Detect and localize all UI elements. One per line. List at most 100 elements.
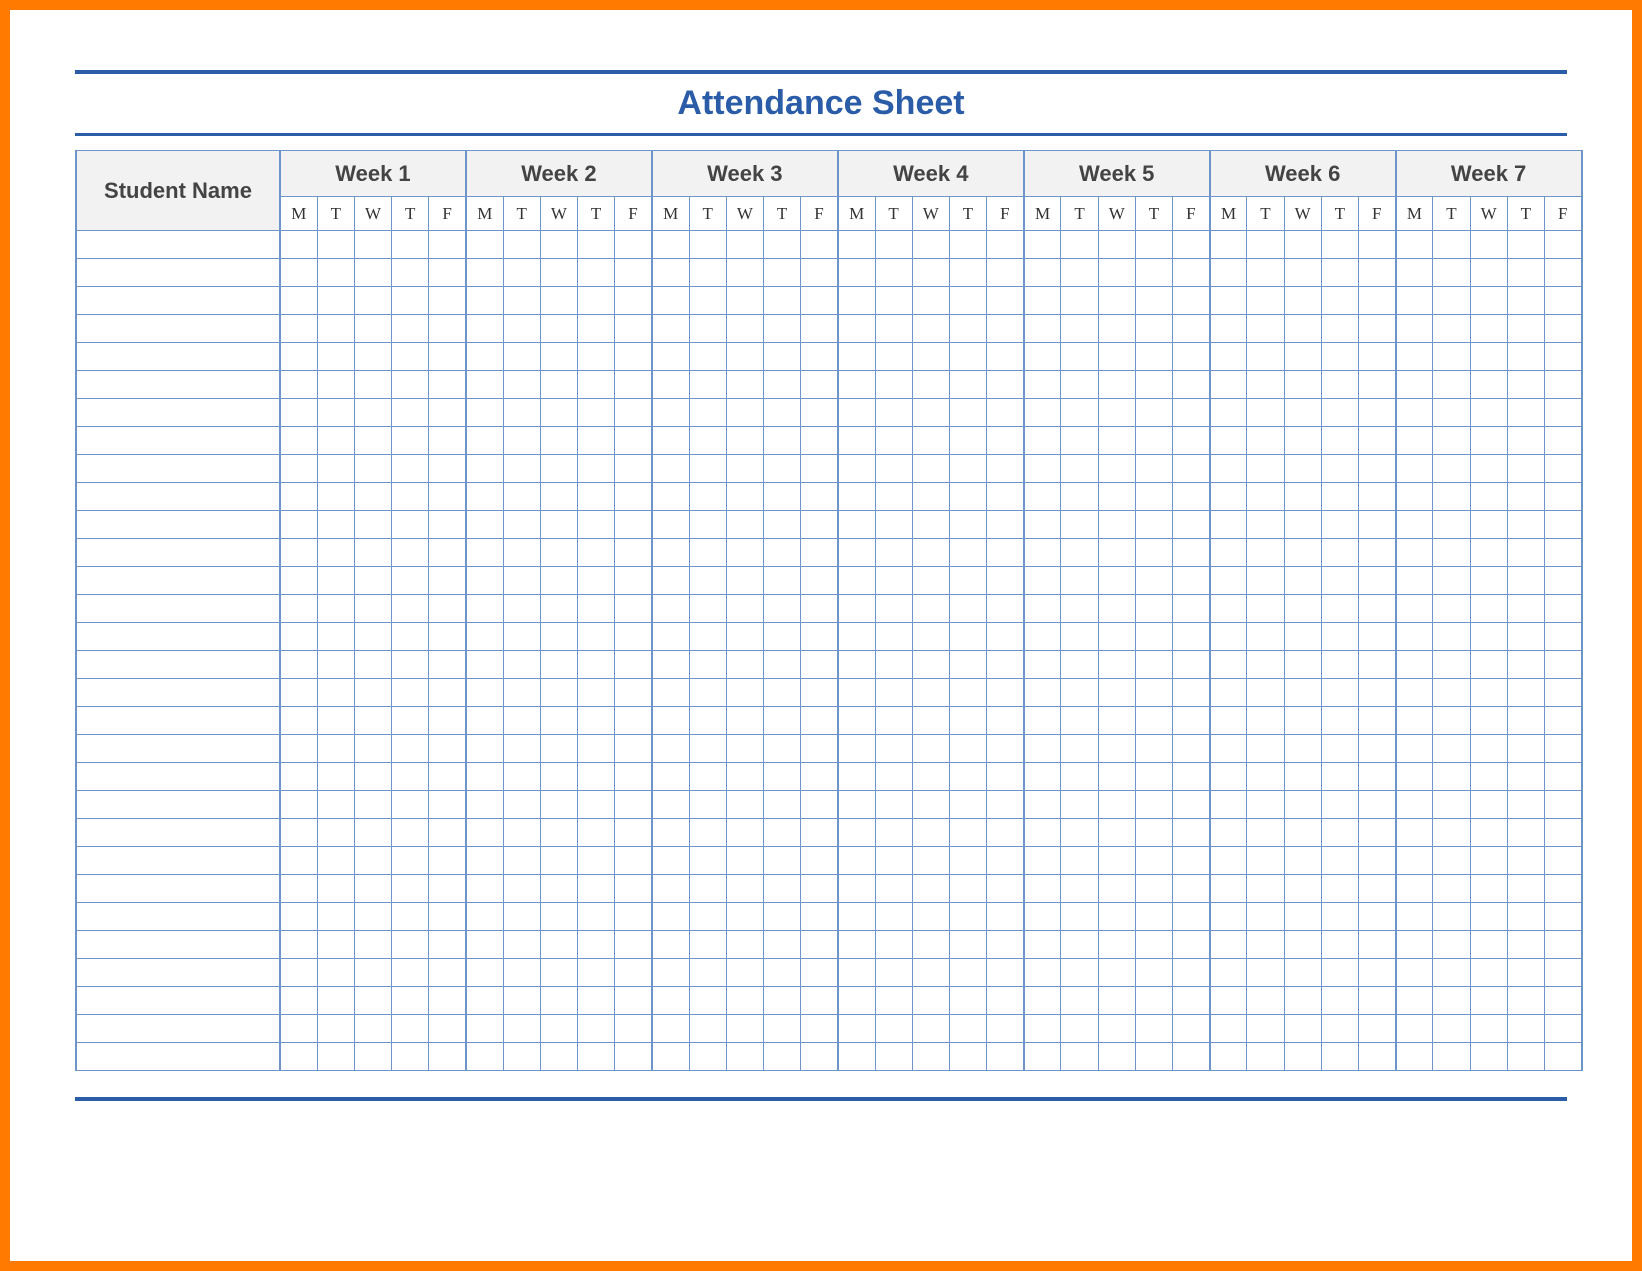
attendance-cell[interactable] [726, 231, 763, 259]
attendance-cell[interactable] [317, 259, 354, 287]
attendance-cell[interactable] [1544, 595, 1581, 623]
attendance-cell[interactable] [987, 231, 1024, 259]
attendance-cell[interactable] [875, 567, 912, 595]
attendance-cell[interactable] [429, 539, 466, 567]
attendance-cell[interactable] [503, 1043, 540, 1071]
attendance-cell[interactable] [652, 959, 689, 987]
attendance-cell[interactable] [540, 1043, 577, 1071]
attendance-cell[interactable] [875, 259, 912, 287]
attendance-cell[interactable] [354, 763, 391, 791]
attendance-cell[interactable] [1470, 567, 1507, 595]
attendance-cell[interactable] [1507, 287, 1544, 315]
attendance-cell[interactable] [689, 567, 726, 595]
attendance-cell[interactable] [1396, 847, 1433, 875]
attendance-cell[interactable] [615, 315, 652, 343]
attendance-cell[interactable] [1024, 455, 1061, 483]
attendance-cell[interactable] [429, 315, 466, 343]
attendance-cell[interactable] [838, 1015, 875, 1043]
attendance-cell[interactable] [1507, 791, 1544, 819]
attendance-cell[interactable] [1470, 875, 1507, 903]
attendance-cell[interactable] [1135, 259, 1172, 287]
attendance-cell[interactable] [1470, 931, 1507, 959]
attendance-cell[interactable] [1284, 651, 1321, 679]
attendance-cell[interactable] [1061, 427, 1098, 455]
attendance-cell[interactable] [466, 651, 503, 679]
attendance-cell[interactable] [1173, 287, 1210, 315]
attendance-cell[interactable] [763, 931, 800, 959]
attendance-cell[interactable] [280, 371, 317, 399]
attendance-cell[interactable] [1210, 455, 1247, 483]
attendance-cell[interactable] [875, 483, 912, 511]
attendance-cell[interactable] [1135, 315, 1172, 343]
attendance-cell[interactable] [1173, 847, 1210, 875]
attendance-cell[interactable] [392, 539, 429, 567]
attendance-cell[interactable] [578, 259, 615, 287]
attendance-cell[interactable] [1061, 987, 1098, 1015]
attendance-cell[interactable] [1210, 315, 1247, 343]
attendance-cell[interactable] [392, 287, 429, 315]
attendance-cell[interactable] [652, 483, 689, 511]
attendance-cell[interactable] [652, 819, 689, 847]
attendance-cell[interactable] [578, 399, 615, 427]
attendance-cell[interactable] [1358, 1015, 1395, 1043]
attendance-cell[interactable] [354, 959, 391, 987]
attendance-cell[interactable] [875, 847, 912, 875]
attendance-cell[interactable] [1247, 371, 1284, 399]
attendance-cell[interactable] [875, 595, 912, 623]
attendance-cell[interactable] [392, 343, 429, 371]
attendance-cell[interactable] [726, 847, 763, 875]
attendance-cell[interactable] [578, 903, 615, 931]
attendance-cell[interactable] [317, 539, 354, 567]
attendance-cell[interactable] [875, 791, 912, 819]
attendance-cell[interactable] [912, 847, 949, 875]
attendance-cell[interactable] [1358, 623, 1395, 651]
attendance-cell[interactable] [652, 931, 689, 959]
student-name-cell[interactable] [76, 987, 280, 1015]
attendance-cell[interactable] [1470, 539, 1507, 567]
attendance-cell[interactable] [987, 875, 1024, 903]
attendance-cell[interactable] [763, 735, 800, 763]
attendance-cell[interactable] [1284, 791, 1321, 819]
attendance-cell[interactable] [392, 483, 429, 511]
attendance-cell[interactable] [392, 1015, 429, 1043]
attendance-cell[interactable] [1284, 343, 1321, 371]
attendance-cell[interactable] [689, 707, 726, 735]
attendance-cell[interactable] [429, 735, 466, 763]
attendance-cell[interactable] [1358, 987, 1395, 1015]
attendance-cell[interactable] [280, 427, 317, 455]
attendance-cell[interactable] [429, 427, 466, 455]
attendance-cell[interactable] [1284, 623, 1321, 651]
attendance-cell[interactable] [912, 483, 949, 511]
attendance-cell[interactable] [726, 483, 763, 511]
attendance-cell[interactable] [429, 483, 466, 511]
attendance-cell[interactable] [317, 371, 354, 399]
attendance-cell[interactable] [1024, 875, 1061, 903]
attendance-cell[interactable] [1210, 539, 1247, 567]
attendance-cell[interactable] [652, 623, 689, 651]
attendance-cell[interactable] [1396, 903, 1433, 931]
student-name-cell[interactable] [76, 567, 280, 595]
attendance-cell[interactable] [1247, 763, 1284, 791]
attendance-cell[interactable] [689, 511, 726, 539]
attendance-cell[interactable] [1396, 315, 1433, 343]
attendance-cell[interactable] [1098, 987, 1135, 1015]
attendance-cell[interactable] [280, 595, 317, 623]
attendance-cell[interactable] [1433, 371, 1470, 399]
attendance-cell[interactable] [1210, 259, 1247, 287]
attendance-cell[interactable] [949, 231, 986, 259]
attendance-cell[interactable] [1247, 959, 1284, 987]
student-name-cell[interactable] [76, 875, 280, 903]
attendance-cell[interactable] [912, 791, 949, 819]
attendance-cell[interactable] [1247, 427, 1284, 455]
attendance-cell[interactable] [1358, 539, 1395, 567]
attendance-cell[interactable] [1470, 1015, 1507, 1043]
attendance-cell[interactable] [466, 763, 503, 791]
attendance-cell[interactable] [429, 455, 466, 483]
attendance-cell[interactable] [949, 763, 986, 791]
attendance-cell[interactable] [317, 483, 354, 511]
attendance-cell[interactable] [801, 623, 838, 651]
attendance-cell[interactable] [1433, 595, 1470, 623]
attendance-cell[interactable] [689, 287, 726, 315]
attendance-cell[interactable] [838, 903, 875, 931]
attendance-cell[interactable] [466, 315, 503, 343]
